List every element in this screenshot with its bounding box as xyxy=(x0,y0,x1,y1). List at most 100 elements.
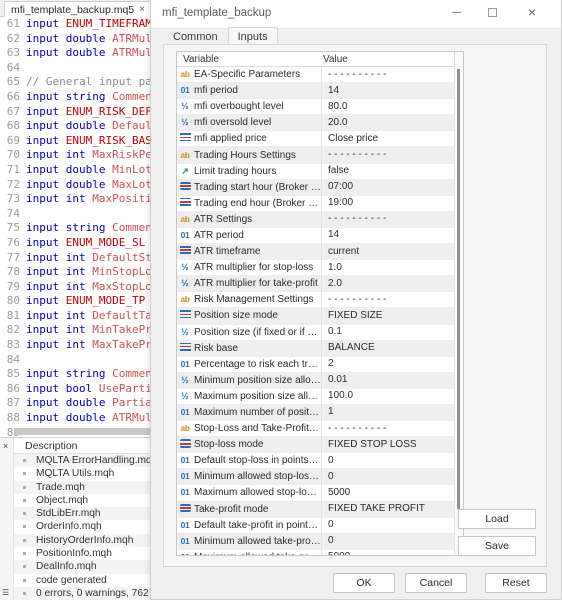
load-button[interactable]: Load xyxy=(458,509,536,529)
parameter-value[interactable]: 0 xyxy=(321,517,454,534)
list-item[interactable]: HistoryOrderInfo.mqh xyxy=(14,533,160,548)
parameter-value[interactable]: - - - - - - - - - - xyxy=(321,211,454,228)
table-row[interactable]: ATR timeframe current xyxy=(177,243,454,261)
code-token: input xyxy=(26,265,66,279)
table-row[interactable]: ab Risk Management Settings - - - - - - - … xyxy=(177,291,454,309)
code-token: input xyxy=(26,294,66,308)
parameter-value[interactable]: 5000 xyxy=(321,484,454,502)
table-row[interactable]: Trading start hour (Broker server hour)0… xyxy=(177,179,454,196)
parameter-value[interactable]: BALANCE xyxy=(321,340,454,357)
table-row[interactable]: Position size mode FIXED SIZE xyxy=(177,307,454,325)
line-number: 70 xyxy=(6,148,20,162)
table-row[interactable]: ab EA-Specific Parameters - - - - - - - - … xyxy=(177,66,454,84)
list-item[interactable]: PositionInfo.mqh xyxy=(14,547,160,561)
maximize-icon[interactable] xyxy=(477,0,507,24)
cancel-button[interactable]: Cancel xyxy=(405,573,467,593)
parameter-value[interactable]: - - - - - - - - - - xyxy=(321,146,454,164)
toolbox-tab-icon[interactable]: ☰ xyxy=(2,588,9,597)
minimize-icon[interactable] xyxy=(441,0,471,24)
table-row[interactable]: ½ ATR multiplier for stop-loss 1.0 xyxy=(177,259,454,277)
parameter-value[interactable]: 80.0 xyxy=(321,98,454,115)
table-row[interactable]: Trading end hour (Broker server hour)19:… xyxy=(177,195,454,212)
dialog-title-bar[interactable]: mfi_template_backup × xyxy=(151,0,561,29)
table-row[interactable]: mfi applied price Close price xyxy=(177,130,454,148)
table-row[interactable]: 01 Minimum allowed stop-loss in points0 xyxy=(177,468,454,486)
parameter-value[interactable]: FIXED STOP LOSS xyxy=(321,436,454,453)
table-row[interactable]: ½ Position size (if fixed or if no stop l… xyxy=(177,324,454,341)
parameter-value[interactable]: - - - - - - - - - - xyxy=(321,66,454,83)
parameter-value[interactable]: FIXED TAKE PROFIT xyxy=(321,501,454,518)
parameter-value[interactable]: 19:00 xyxy=(321,195,454,212)
parameter-value[interactable]: 1.0 xyxy=(321,259,454,276)
ok-button[interactable]: OK xyxy=(333,573,395,593)
list-item[interactable]: code generated xyxy=(14,573,160,587)
table-row[interactable]: ab Trading Hours Settings - - - - - - - - … xyxy=(177,146,454,164)
toolbox-list[interactable]: MQLTA ErrorHandling.mqh MQLTA Utils.mqh Tr… xyxy=(14,454,160,600)
parameter-value[interactable]: 1 xyxy=(321,404,454,421)
parameter-value[interactable]: 0 xyxy=(321,452,454,469)
list-item[interactable]: DealInfo.mqh xyxy=(14,560,160,574)
table-row[interactable]: 01 Maximum allowed stop-loss in points500… xyxy=(177,484,454,502)
table-row[interactable]: 01Maximum allowed take-profit in points5… xyxy=(177,549,454,555)
table-row[interactable]: 01 Minimum allowed take-profit in points0 xyxy=(177,533,454,550)
parameter-value[interactable]: - - - - - - - - - - xyxy=(321,420,454,437)
parameter-value[interactable]: 2 xyxy=(321,356,454,373)
parameter-value[interactable]: 0.1 xyxy=(321,324,454,341)
parameter-value[interactable]: FIXED SIZE xyxy=(321,307,454,324)
parameter-value[interactable]: - - - - - - - - - - xyxy=(321,291,454,308)
table-row[interactable]: ½ Maximum position size allowed 100.0 xyxy=(177,388,454,405)
parameter-value[interactable]: 14 xyxy=(321,82,454,99)
close-icon[interactable]: × xyxy=(3,441,8,451)
parameter-value[interactable]: current xyxy=(321,243,454,260)
parameter-value[interactable]: 0.01 xyxy=(321,372,454,389)
list-item[interactable]: Object.mqh xyxy=(14,493,160,508)
close-icon[interactable]: × xyxy=(139,4,145,15)
parameter-value[interactable]: 0 xyxy=(321,468,454,485)
column-header-variable: Variable xyxy=(183,54,219,65)
table-row[interactable]: 01 Percentage to risk each trade 2 xyxy=(177,356,454,373)
list-item[interactable]: MQLTA Utils.mqh xyxy=(14,467,160,481)
parameter-value[interactable]: 20.0 xyxy=(321,114,454,131)
parameter-name: Position size (if fixed or if no stop lo… xyxy=(194,326,321,338)
editor-tab-mfi-template-backup[interactable]: mfi_template_backup.mq5 × xyxy=(4,1,151,17)
parameter-value[interactable]: false xyxy=(321,163,454,180)
table-row[interactable]: ab ATR Settings - - - - - - - - - - xyxy=(177,211,454,228)
parameter-value[interactable]: 0 xyxy=(321,533,454,550)
inputs-grid-rows[interactable]: ab EA-Specific Parameters - - - - - - - - … xyxy=(177,66,454,555)
parameter-value[interactable]: 100.0 xyxy=(321,388,454,405)
table-row[interactable]: Take-profit mode FIXED TAKE PROFIT xyxy=(177,501,454,518)
table-row[interactable]: ½ mfi oversold level 20.0 xyxy=(177,114,454,132)
parameter-value[interactable]: 5000 xyxy=(321,549,454,555)
toolbox-gutter: × ☰ xyxy=(0,438,14,600)
code-token: double xyxy=(65,31,113,45)
list-item[interactable]: StdLibErr.mqh xyxy=(14,507,160,521)
tab-inputs[interactable]: Inputs xyxy=(227,27,278,45)
table-row[interactable]: 01 mfi period 14 xyxy=(177,82,454,100)
table-row[interactable]: ½ ATR multiplier for take-profit 2.0 xyxy=(177,275,454,293)
inputs-grid-scrollbar[interactable] xyxy=(454,67,463,555)
parameter-value[interactable]: 07:00 xyxy=(321,179,454,196)
table-row[interactable]: 01 Default take-profit in points (0 = no … xyxy=(177,517,454,534)
parameter-value[interactable]: Close price xyxy=(321,130,454,147)
table-row[interactable]: Stop-loss mode FIXED STOP LOSS xyxy=(177,436,454,454)
list-item[interactable]: Trade.mqh xyxy=(14,480,160,494)
parameter-value[interactable]: 2.0 xyxy=(321,275,454,292)
table-row[interactable]: 01 Default stop-loss in points (0 = no st… xyxy=(177,452,454,470)
tab-common[interactable]: Common xyxy=(163,27,228,45)
close-icon[interactable]: × xyxy=(517,0,547,24)
scrollbar-thumb[interactable] xyxy=(457,69,460,509)
list-item[interactable]: 0 errors, 0 warnings, 762 msec elaps xyxy=(14,586,160,600)
list-item[interactable]: MQLTA ErrorHandling.mqh xyxy=(14,454,160,468)
table-row[interactable]: Risk base BALANCE xyxy=(177,340,454,357)
table-row[interactable]: ab Stop-Loss and Take-Profit Settings- - … xyxy=(177,420,454,438)
table-row[interactable]: ↗ Limit trading hours false xyxy=(177,163,454,180)
table-row[interactable]: ½ mfi overbought level 80.0 xyxy=(177,98,454,116)
code-token: input xyxy=(26,411,66,425)
reset-button[interactable]: Reset xyxy=(485,573,547,593)
list-item[interactable]: OrderInfo.mqh xyxy=(14,520,160,534)
save-button[interactable]: Save xyxy=(458,536,536,556)
parameter-value[interactable]: 14 xyxy=(321,227,454,244)
table-row[interactable]: ½ Minimum position size allowed 0.01 xyxy=(177,372,454,389)
table-row[interactable]: 01 Maximum number of positions for this E… xyxy=(177,404,454,422)
table-row[interactable]: 01 ATR period 14 xyxy=(177,227,454,245)
